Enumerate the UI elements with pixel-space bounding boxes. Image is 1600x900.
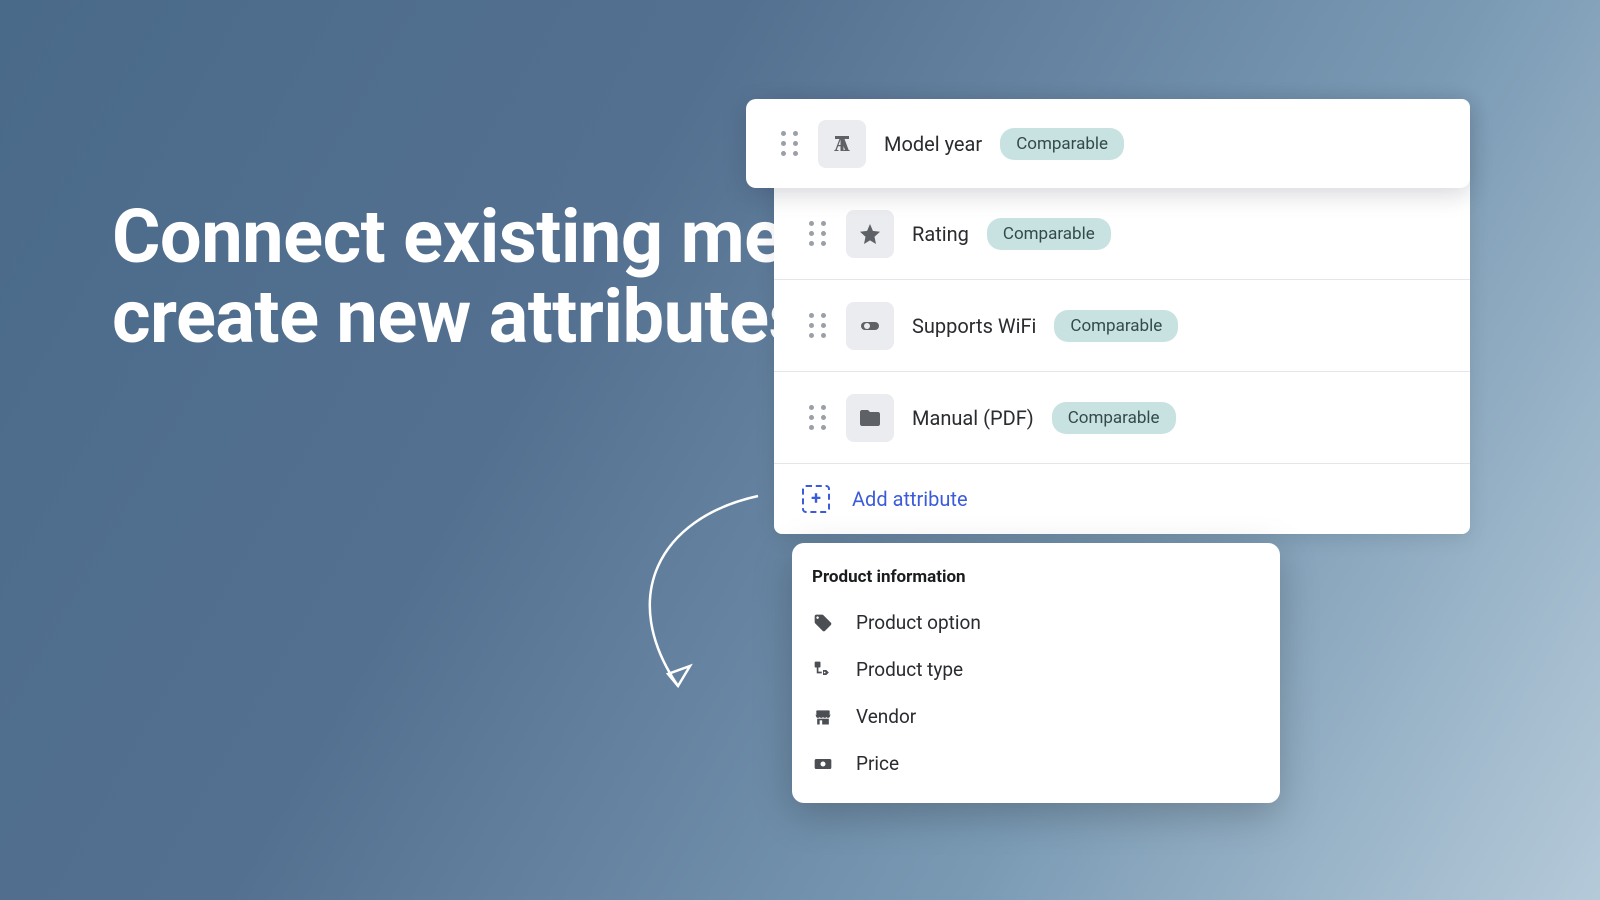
comparable-badge: Comparable: [987, 218, 1111, 250]
attribute-label: Model year: [884, 132, 982, 156]
attribute-label: Manual (PDF): [912, 406, 1034, 430]
dropdown-item-label: Product option: [856, 611, 981, 634]
product-info-dropdown: Product information Product option Produ…: [792, 543, 1280, 803]
dropdown-item-price[interactable]: Price: [792, 740, 1280, 787]
price-icon: [812, 753, 834, 775]
attribute-row[interactable]: Manual (PDF) Comparable: [774, 372, 1470, 464]
drag-handle-icon[interactable]: [780, 130, 800, 158]
comparable-badge: Comparable: [1052, 402, 1176, 434]
tag-icon: [812, 612, 834, 634]
decorative-arrow: [618, 488, 768, 698]
file-icon: [846, 394, 894, 442]
dropdown-item-vendor[interactable]: Vendor: [792, 693, 1280, 740]
drag-handle-icon[interactable]: [808, 404, 828, 432]
attribute-row[interactable]: Rating Comparable: [774, 188, 1470, 280]
attribute-list: A Model year Comparable Rating Comparabl…: [774, 99, 1470, 534]
store-icon: [812, 706, 834, 728]
star-icon: [846, 210, 894, 258]
attribute-row-featured[interactable]: A Model year Comparable: [746, 99, 1470, 188]
add-icon: +: [802, 485, 830, 513]
svg-text:A: A: [834, 132, 850, 156]
attribute-label: Supports WiFi: [912, 314, 1036, 338]
drag-handle-icon[interactable]: [808, 220, 828, 248]
dropdown-item-product-option[interactable]: Product option: [792, 599, 1280, 646]
dropdown-header: Product information: [792, 557, 1280, 599]
tree-tag-icon: [812, 659, 834, 681]
dropdown-item-label: Price: [856, 752, 899, 775]
add-attribute-button[interactable]: + Add attribute: [774, 464, 1470, 534]
toggle-icon: [846, 302, 894, 350]
dropdown-item-label: Vendor: [856, 705, 916, 728]
comparable-badge: Comparable: [1054, 310, 1178, 342]
dropdown-item-label: Product type: [856, 658, 963, 681]
comparable-badge: Comparable: [1000, 128, 1124, 160]
add-attribute-label: Add attribute: [852, 487, 968, 511]
dropdown-item-product-type[interactable]: Product type: [792, 646, 1280, 693]
attribute-row[interactable]: Supports WiFi Comparable: [774, 280, 1470, 372]
drag-handle-icon[interactable]: [808, 312, 828, 340]
text-type-icon: A: [818, 120, 866, 168]
attribute-label: Rating: [912, 222, 969, 246]
